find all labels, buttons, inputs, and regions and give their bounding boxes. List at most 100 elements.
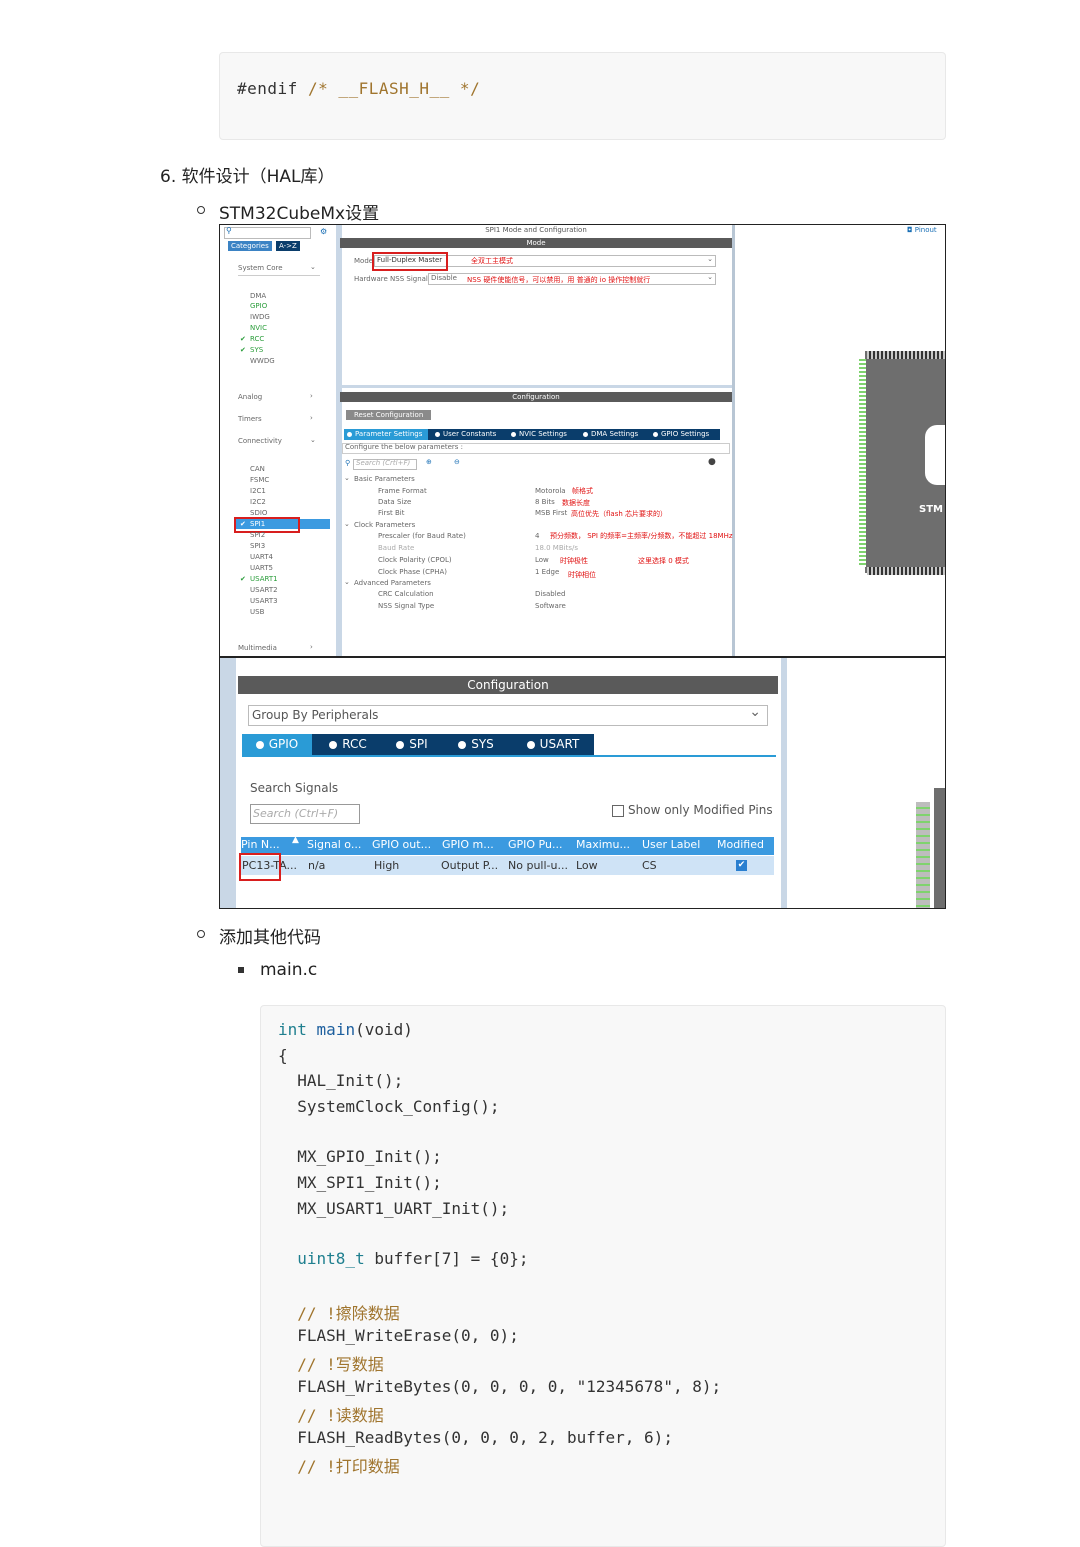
chip-label: STM: [919, 504, 943, 515]
list-item[interactable]: RCC: [250, 335, 264, 343]
param-value[interactable]: 8 Bits: [535, 498, 555, 506]
list-item[interactable]: FSMC: [250, 476, 269, 484]
column-header[interactable]: GPIO out...: [372, 838, 431, 851]
param-value[interactable]: Motorola: [535, 487, 566, 495]
list-item[interactable]: I2C2: [250, 498, 266, 506]
tab-dot-icon: [347, 431, 352, 437]
column-header[interactable]: GPIO m...: [442, 838, 494, 851]
info-icon[interactable]: ●: [708, 457, 716, 467]
tab-gpio-settings[interactable]: GPIO Settings: [650, 429, 710, 440]
code-comment-text: // !擦除数据: [297, 1304, 400, 1323]
group-by-select[interactable]: Group By Peripherals ⌄: [248, 704, 768, 726]
list-item[interactable]: SYS: [250, 346, 263, 354]
tab-label: DMA Settings: [591, 430, 639, 438]
list-item[interactable]: SPI3: [250, 542, 265, 550]
code-comment: // !擦除数据: [278, 1300, 400, 1324]
table-cell: No pull-u...: [508, 859, 568, 872]
tab-user-constants[interactable]: User Constants: [432, 429, 497, 440]
param-group-advanced[interactable]: Advanced Parameters: [354, 579, 431, 587]
table-cell: n/a: [308, 859, 326, 872]
reset-configuration-button[interactable]: Reset Configuration: [346, 410, 432, 420]
check-icon: ✔: [240, 335, 246, 343]
code-line: SystemClock_Config();: [278, 1097, 500, 1116]
list-item[interactable]: I2C1: [250, 487, 266, 495]
code-comment-text: // !读数据: [297, 1406, 384, 1425]
code-block-header-end: #endif /* __FLASH_H__ */: [219, 52, 946, 140]
table-cell: CS: [642, 859, 657, 872]
tab-a-z[interactable]: A->Z: [276, 241, 300, 251]
list-item[interactable]: UART5: [250, 564, 273, 572]
tab-sys[interactable]: SYS: [444, 734, 508, 755]
param-group-basic[interactable]: Basic Parameters: [354, 475, 415, 483]
list-item[interactable]: GPIO: [250, 302, 267, 310]
tab-spi[interactable]: SPI: [384, 734, 440, 755]
list-item[interactable]: SPI2: [250, 531, 265, 539]
param-group-clock[interactable]: Clock Parameters: [354, 521, 415, 529]
list-item[interactable]: UART4: [250, 553, 273, 561]
chevron-down-icon: ⌄: [707, 255, 713, 263]
list-item[interactable]: USART1: [250, 575, 278, 583]
param-value[interactable]: Disabled: [535, 590, 565, 598]
param-note: 帧格式: [572, 487, 593, 495]
param-value[interactable]: Software: [535, 602, 566, 610]
nss-note: NSS 硬件使能信号，可以禁用，用 普通的 io 操作控制就行: [467, 276, 651, 284]
param-label: Prescaler (for Baud Rate): [378, 532, 466, 540]
column-header[interactable]: Signal o...: [307, 838, 361, 851]
pinout-view-button[interactable]: ◘ Pinout: [907, 226, 937, 234]
signal-search-input[interactable]: Search (Ctrl+F): [250, 804, 360, 824]
subitem-main-c: main.c: [260, 960, 318, 980]
tab-dma-settings[interactable]: DMA Settings: [580, 429, 639, 440]
nss-select[interactable]: Disable NSS 硬件使能信号，可以禁用，用 普通的 io 操作控制就行 …: [428, 273, 716, 285]
tab-label: NVIC Settings: [519, 430, 567, 438]
chip-pins-bottom: [867, 567, 945, 575]
tab-usart[interactable]: USART: [512, 734, 594, 755]
subitem-add-code: 添加其他代码: [219, 928, 321, 948]
show-modified-checkbox[interactable]: [612, 805, 624, 817]
param-value[interactable]: 4: [535, 532, 539, 540]
tab-categories[interactable]: Categories: [228, 241, 272, 251]
chevron-down-icon: ⌄: [707, 273, 713, 281]
list-item[interactable]: SDIO: [250, 509, 267, 517]
expand-icon[interactable]: ⊕: [426, 458, 432, 466]
list-item[interactable]: DMA: [250, 292, 266, 300]
list-item[interactable]: CAN: [250, 465, 265, 473]
param-value[interactable]: Low: [535, 556, 549, 564]
show-modified-label: Show only Modified Pins: [628, 803, 773, 817]
column-header[interactable]: GPIO Pu...: [508, 838, 562, 851]
list-item[interactable]: WWDG: [250, 357, 275, 365]
tab-parameter-settings[interactable]: Parameter Settings: [344, 429, 428, 440]
chip-pins-top: [867, 351, 945, 359]
group-system-core[interactable]: System Core: [238, 264, 283, 272]
tab-gpio[interactable]: GPIO: [242, 734, 312, 755]
check-icon: ✔: [240, 346, 246, 354]
tab-label: RCC: [342, 737, 367, 751]
settings-icon[interactable]: ⚙: [320, 227, 327, 236]
param-search-input[interactable]: Search (Crtl+F): [353, 459, 417, 470]
tab-dot-icon: [583, 431, 588, 437]
column-header[interactable]: Modified: [717, 838, 764, 851]
list-item[interactable]: USART2: [250, 586, 278, 594]
param-value[interactable]: 1 Edge: [535, 568, 559, 576]
tab-rcc[interactable]: RCC: [316, 734, 380, 755]
category-search[interactable]: ⚲: [224, 226, 311, 239]
column-header[interactable]: Maximu...: [576, 838, 630, 851]
code-line: int main(void): [278, 1020, 413, 1039]
left-gutter: [220, 658, 236, 908]
collapse-icon[interactable]: ⊖: [454, 458, 460, 466]
code-text: FLASH_ReadBytes(0, 0, 0, 2, buffer, 6);: [297, 1428, 673, 1447]
param-value[interactable]: MSB First: [535, 509, 567, 517]
tab-nvic-settings[interactable]: NVIC Settings: [508, 429, 567, 440]
list-item[interactable]: USB: [250, 608, 264, 616]
list-item[interactable]: USART3: [250, 597, 278, 605]
modified-checkbox-checked[interactable]: ✔: [736, 860, 747, 871]
group-multimedia[interactable]: Multimedia: [238, 644, 277, 652]
sort-up-icon: ▲: [292, 835, 299, 845]
list-item[interactable]: NVIC: [250, 324, 267, 332]
bullet-circle: [197, 206, 205, 214]
group-timers[interactable]: Timers: [238, 415, 262, 423]
code-function: main: [316, 1020, 356, 1039]
group-analog[interactable]: Analog: [238, 393, 262, 401]
list-item[interactable]: IWDG: [250, 313, 270, 321]
column-header[interactable]: User Label: [642, 838, 700, 851]
group-connectivity[interactable]: Connectivity: [238, 437, 282, 445]
